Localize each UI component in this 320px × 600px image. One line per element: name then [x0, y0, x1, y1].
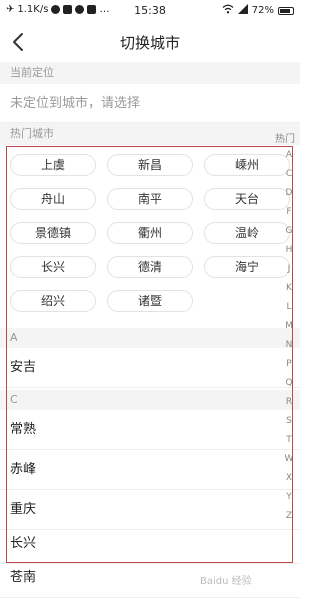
index-letter-n[interactable]: N — [282, 340, 296, 350]
hot-city-chip[interactable]: 衢州 — [107, 222, 193, 244]
watermark: Baidu 经验 — [200, 576, 252, 587]
index-letter-m[interactable]: M — [282, 321, 296, 331]
hot-city-chip[interactable]: 德清 — [107, 256, 193, 278]
index-letter-g[interactable]: G — [282, 226, 296, 236]
index-letter-r[interactable]: R — [282, 397, 296, 407]
index-letter-t[interactable]: T — [282, 435, 296, 445]
index-letter-f[interactable]: F — [282, 207, 296, 217]
index-letter-p[interactable]: P — [282, 359, 296, 369]
status-bar: ✈ 1.1K/s … 15:38 72% — [0, 0, 300, 22]
index-letter-j[interactable]: J — [282, 264, 296, 274]
hot-city-chip[interactable]: 上虞 — [10, 154, 96, 176]
section-header-c: C — [0, 390, 300, 410]
index-letter-y[interactable]: Y — [282, 492, 296, 502]
city-row[interactable]: 安吉 — [0, 348, 300, 388]
hot-city-chip[interactable]: 天台 — [204, 188, 290, 210]
page-title: 切换城市 — [119, 34, 180, 52]
index-letter-s[interactable]: S — [282, 416, 296, 426]
index-letter-x[interactable]: X — [282, 473, 296, 483]
index-letter-a[interactable]: A — [282, 150, 296, 160]
city-row[interactable]: 赤峰 — [0, 450, 300, 490]
hot-cities-label: 热门城市 — [0, 123, 300, 145]
city-row[interactable]: 苍南 — [0, 558, 300, 598]
current-location-text[interactable]: 未定位到城市，请选择 — [10, 92, 140, 111]
hot-city-chip[interactable]: 嵊州 — [204, 154, 290, 176]
index-letter-c[interactable]: C — [282, 169, 296, 179]
battery-percent: 72% — [251, 5, 274, 16]
index-letter-k[interactable]: K — [282, 283, 296, 293]
hot-city-chip[interactable]: 景德镇 — [10, 222, 96, 244]
current-location-label: 当前定位 — [0, 62, 300, 84]
index-letter-w[interactable]: W — [282, 454, 296, 464]
section-header-a: A — [0, 328, 300, 348]
index-letter-z[interactable]: Z — [282, 511, 296, 521]
wifi-icon — [222, 4, 234, 17]
city-row[interactable]: 常熟 — [0, 410, 300, 450]
hot-city-chip[interactable]: 诸暨 — [107, 290, 193, 312]
hot-city-chip[interactable]: 新昌 — [107, 154, 193, 176]
hot-city-chip[interactable]: 绍兴 — [10, 290, 96, 312]
header: 切换城市 — [0, 22, 300, 62]
hot-city-chip[interactable]: 舟山 — [10, 188, 96, 210]
hot-city-chip[interactable]: 长兴 — [10, 256, 96, 278]
index-letter-d[interactable]: D — [282, 188, 296, 198]
battery-icon — [278, 6, 294, 15]
status-bar-right: 72% — [222, 4, 294, 17]
index-letter-h[interactable]: H — [282, 245, 296, 255]
index-letter-l[interactable]: L — [282, 302, 296, 312]
hot-city-chip[interactable]: 海宁 — [204, 256, 290, 278]
index-hot[interactable]: 热门 — [275, 130, 295, 145]
signal-icon — [237, 4, 248, 17]
index-letter-q[interactable]: Q — [282, 378, 296, 388]
hot-city-chip[interactable]: 温岭 — [204, 222, 290, 244]
hot-city-chip[interactable]: 南平 — [107, 188, 193, 210]
